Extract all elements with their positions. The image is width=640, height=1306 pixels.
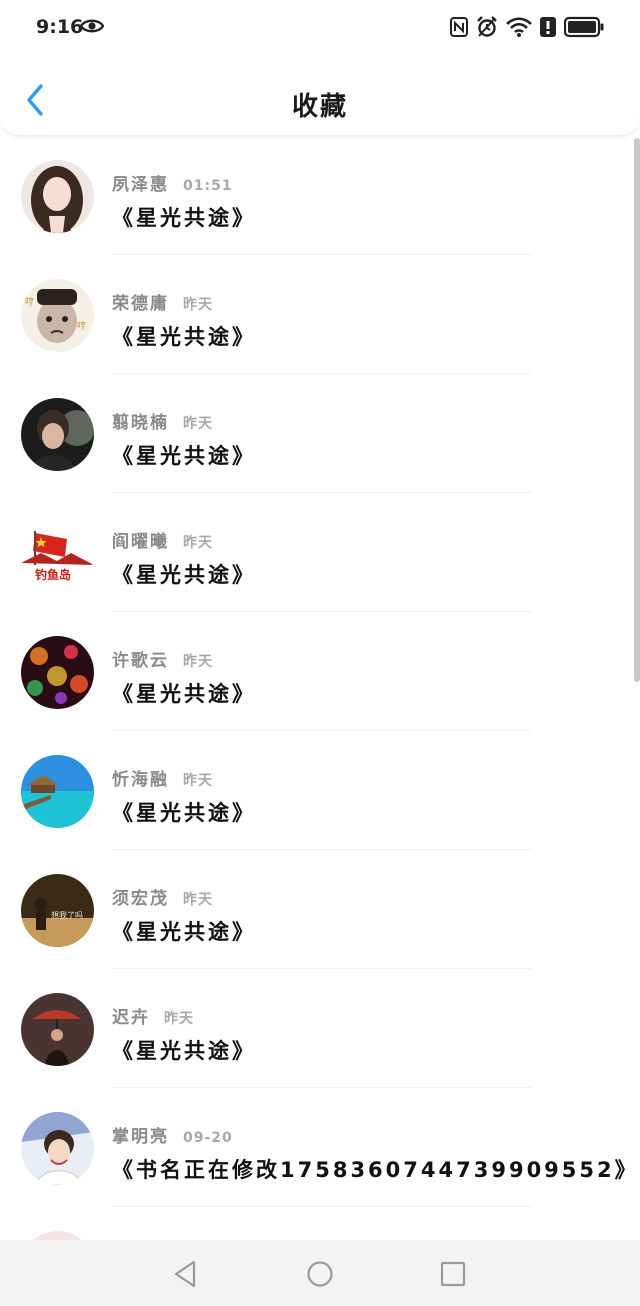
book-title: 《星光共途》 [112,325,256,349]
page-title: 收藏 [291,92,348,122]
book-title: 《星光共途》 [112,206,256,230]
avatar [21,1112,94,1185]
item-time: 09-20 [183,1130,233,1146]
book-title: 《书名正在修改1758360744739909552》 [112,1158,639,1182]
item-time: 昨天 [183,892,213,908]
status-time: 9:16 [36,16,84,38]
user-name: 忻海融 [112,770,169,790]
user-name: 夙泽惠 [112,175,169,195]
item-time: 昨天 [183,297,213,313]
avatar: 钓鱼岛 [21,517,94,590]
alert-icon [540,17,556,37]
favorite-item[interactable] [0,1207,632,1240]
favorite-item[interactable]: 许歌云 昨天 《星光共途》 [0,612,632,731]
nav-back-button[interactable] [170,1258,202,1290]
battery-icon [564,16,604,38]
user-name: 荣德庸 [112,294,169,314]
favorite-item[interactable]: 想我了吗 须宏茂 昨天 《星光共途》 [0,850,632,969]
header: 收藏 [0,56,640,136]
favorite-item[interactable]: 哼哼 荣德庸 昨天 《星光共途》 [0,255,632,374]
user-name: 翦晓楠 [112,413,169,433]
alarm-icon [476,16,498,38]
svg-text:哼: 哼 [25,296,34,308]
avatar [21,755,94,828]
avatar [21,398,94,471]
item-time: 昨天 [183,654,213,670]
svg-text:想我了吗: 想我了吗 [51,910,83,920]
book-title: 《星光共途》 [112,682,256,706]
favorite-item[interactable]: 钓鱼岛 阎曜曦 昨天 《星光共途》 [0,493,632,612]
user-name: 迟卉 [112,1008,150,1028]
nav-recents-button[interactable] [437,1258,469,1290]
avatar: 哼哼 [21,279,94,352]
book-title: 《星光共途》 [112,920,256,944]
item-time: 01:51 [183,178,233,194]
home-circle-icon [307,1261,333,1287]
user-name: 阎曜曦 [112,532,169,552]
item-time: 昨天 [164,1011,194,1027]
favorite-item[interactable]: 夙泽惠 01:51 《星光共途》 [0,136,632,255]
item-time: 昨天 [183,416,213,432]
item-time: 昨天 [183,535,213,551]
user-name: 须宏茂 [112,889,169,909]
wifi-icon [506,17,532,37]
nav-home-button[interactable] [304,1258,336,1290]
book-title: 《星光共途》 [112,801,256,825]
item-time: 昨天 [183,773,213,789]
avatar [21,1231,94,1240]
scrollbar[interactable] [634,138,640,682]
svg-text:哼: 哼 [77,320,86,332]
book-title: 《星光共途》 [112,1039,256,1063]
svg-text:钓鱼岛: 钓鱼岛 [35,567,71,582]
favorite-item[interactable]: 迟卉 昨天 《星光共途》 [0,969,632,1088]
status-bar: 9:16 [0,0,640,56]
favorite-item[interactable]: 翦晓楠 昨天 《星光共途》 [0,374,632,493]
eye-icon [79,17,105,35]
favorites-list[interactable]: 夙泽惠 01:51 《星光共途》 哼哼 荣德庸 昨天 《星光共途》 翦晓楠 昨天 《星… [0,136,640,1240]
book-title: 《星光共途》 [112,444,256,468]
book-title: 《星光共途》 [112,563,256,587]
back-triangle-icon [174,1260,196,1288]
avatar [21,636,94,709]
recents-square-icon [440,1261,466,1287]
user-name: 许歌云 [112,651,169,671]
avatar: 想我了吗 [21,874,94,947]
avatar [21,993,94,1066]
favorite-item[interactable]: 忻海融 昨天 《星光共途》 [0,731,632,850]
user-name: 掌明亮 [112,1127,169,1147]
favorite-item[interactable]: 掌明亮 09-20 《书名正在修改1758360744739909552》 [0,1088,636,1207]
nfc-icon [450,17,468,37]
navigation-bar [0,1240,640,1306]
avatar [21,160,94,233]
